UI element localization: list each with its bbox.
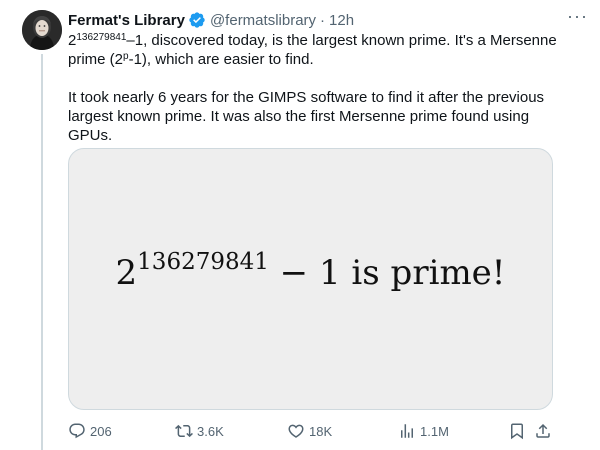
like-button[interactable]: 18K (287, 422, 332, 440)
reply-button[interactable]: 206 (68, 422, 112, 440)
thread-line (41, 54, 43, 450)
share-icon (536, 423, 550, 438)
avatar[interactable] (22, 10, 62, 50)
views-icon (401, 424, 413, 438)
share-button[interactable] (534, 422, 552, 440)
formula: 2136279841 − 1 is prime! (69, 251, 552, 294)
reply-count: 206 (90, 423, 112, 439)
retweet-button[interactable]: 3.6K (175, 422, 224, 440)
exponent: 136279841 (76, 32, 127, 43)
like-count: 18K (309, 423, 333, 439)
bookmark-button[interactable] (508, 422, 526, 440)
separator: · (320, 11, 326, 29)
formula-exponent: 136279841 (137, 249, 269, 275)
media-image[interactable]: 2136279841 − 1 is prime! (68, 148, 553, 410)
reply-icon (69, 423, 85, 439)
action-bar: 206 3.6K 18K 1.1M (68, 422, 558, 442)
views-count: 1.1M (420, 423, 449, 439)
bookmark-icon (511, 423, 523, 440)
text-segment: -1), which are easier to find. (128, 51, 314, 68)
tweet-paragraph-2: It took nearly 6 years for the GIMPS sof… (68, 89, 545, 144)
tweet: Fermat's Library @fermatslibrary · 12h ·… (0, 0, 600, 450)
formula-base: 2 (115, 253, 138, 293)
tweet-text: 2136279841–1, discovered today, is the l… (68, 31, 568, 145)
timestamp[interactable]: 12h (329, 12, 354, 29)
views-button[interactable]: 1.1M (398, 422, 449, 440)
tweet-paragraph-1: 2136279841–1, discovered today, is the l… (68, 31, 568, 69)
formula-rest: − 1 is prime! (268, 253, 506, 293)
author-name[interactable]: Fermat's Library (68, 12, 185, 29)
like-icon (288, 424, 304, 438)
more-icon[interactable]: ··· (567, 6, 588, 27)
author-handle[interactable]: @fermatslibrary (210, 12, 316, 29)
retweet-count: 3.6K (197, 423, 224, 439)
verified-badge-icon (188, 11, 206, 29)
retweet-icon (175, 424, 193, 438)
tweet-header: Fermat's Library @fermatslibrary · 12h ·… (68, 6, 588, 30)
